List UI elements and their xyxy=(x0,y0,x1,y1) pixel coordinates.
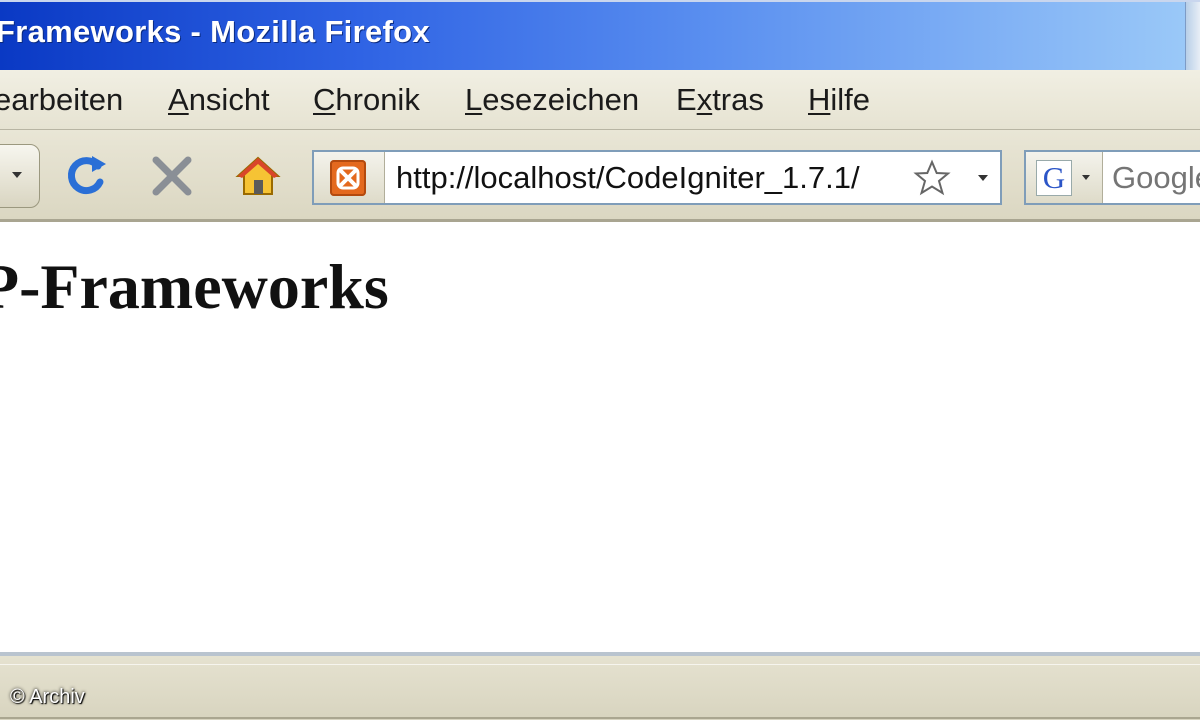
window-title: Frameworks - Mozilla Firefox xyxy=(0,14,430,49)
back-dropdown-icon xyxy=(12,172,22,178)
search-engine-selector[interactable]: G xyxy=(1026,152,1103,203)
menu-item-ansicht[interactable]: Ansicht xyxy=(168,82,270,118)
search-bar[interactable]: G xyxy=(1024,150,1200,205)
chevron-down-icon xyxy=(1082,175,1090,180)
xampp-site-icon xyxy=(330,160,366,196)
url-bar[interactable]: http://localhost/CodeIgniter_1.7.1/ xyxy=(312,150,1002,205)
status-bar-panel xyxy=(0,664,1200,719)
menu-item-extras[interactable]: Extras xyxy=(676,82,764,118)
url-text[interactable]: http://localhost/CodeIgniter_1.7.1/ xyxy=(396,160,901,196)
url-history-dropdown-icon[interactable] xyxy=(978,175,988,181)
menu-item-chronik[interactable]: Chronik xyxy=(313,82,420,118)
google-search-icon: G xyxy=(1036,160,1072,196)
stop-icon[interactable] xyxy=(148,152,196,200)
reload-icon[interactable] xyxy=(62,152,110,200)
bookmark-star-icon[interactable] xyxy=(912,158,952,198)
menu-item-hilfe[interactable]: Hilfe xyxy=(808,82,870,118)
home-icon[interactable] xyxy=(234,152,282,200)
page-heading: P-Frameworks xyxy=(0,251,389,322)
image-credit: © Archiv xyxy=(10,686,85,708)
menu-bar: earbeiten Ansicht Chronik Lesezeichen Ex… xyxy=(0,70,1200,130)
status-bar xyxy=(0,652,1200,720)
site-identity-button[interactable] xyxy=(314,152,385,203)
back-forward-dropdown-button[interactable] xyxy=(0,144,40,208)
page-content: P-Frameworks xyxy=(0,222,1200,652)
menu-item-lesezeichen[interactable]: Lesezeichen xyxy=(465,82,639,118)
search-input[interactable] xyxy=(1112,160,1200,196)
window-controls-edge xyxy=(1185,2,1200,72)
menu-item-bearbeiten[interactable]: earbeiten xyxy=(0,82,123,118)
window-titlebar[interactable]: Frameworks - Mozilla Firefox xyxy=(0,0,1200,72)
